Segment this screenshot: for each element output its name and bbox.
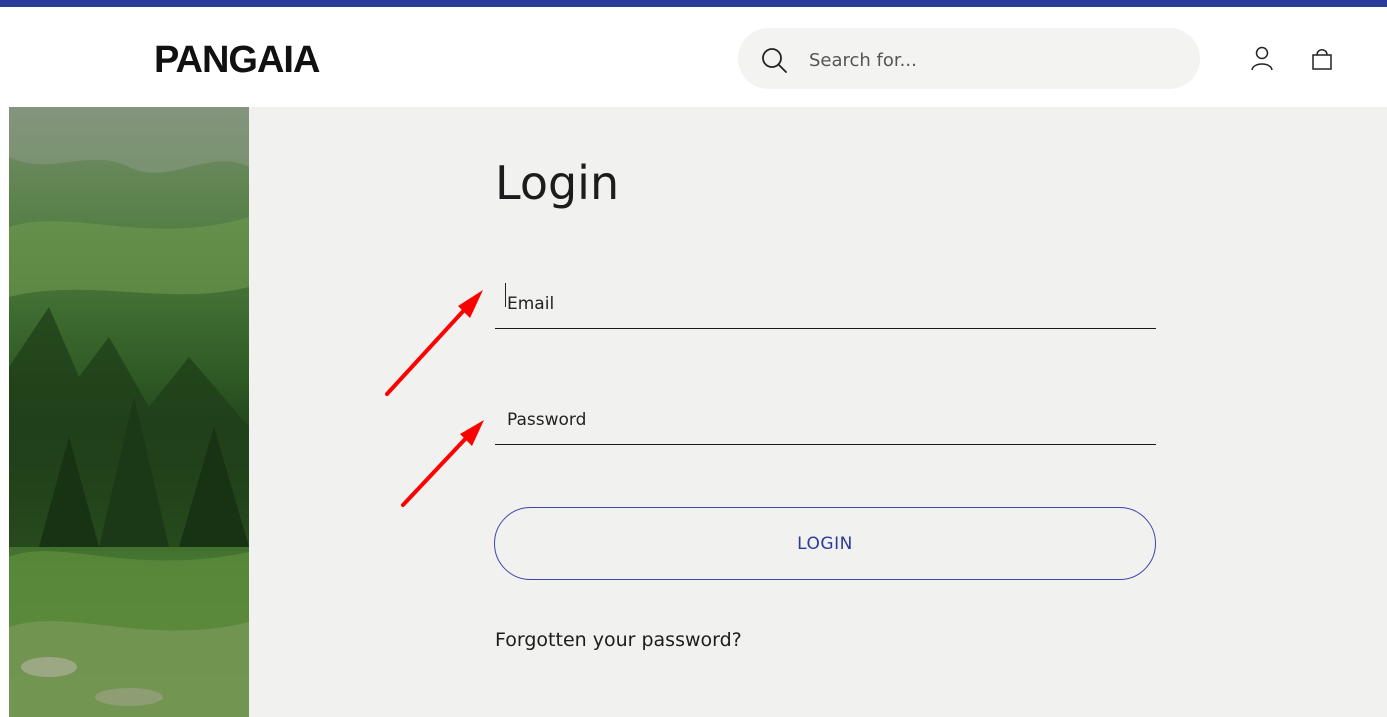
search-bar[interactable] [738,28,1200,89]
brand-logo[interactable]: PANGAIA [154,40,320,80]
search-icon[interactable] [760,46,788,74]
email-field[interactable] [495,279,1156,329]
site-header: PANGAIA [0,7,1387,107]
top-accent-bar [0,0,1387,7]
login-button[interactable]: LOGIN [494,507,1156,580]
forgot-password-link[interactable]: Forgotten your password? [495,629,742,651]
landscape-illustration [9,107,249,717]
user-icon[interactable] [1249,44,1275,72]
mountain-landscape-image [9,107,249,717]
password-field[interactable] [495,395,1156,445]
text-caret [505,283,506,307]
bag-icon[interactable] [1309,44,1335,72]
search-input[interactable] [807,42,1171,78]
page-title: Login [495,156,620,210]
